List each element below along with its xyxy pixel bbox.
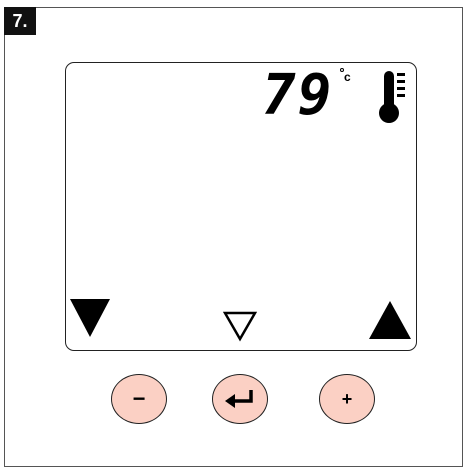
- triangle-down-outline-icon: [223, 311, 257, 342]
- step-number-badge: 7.: [4, 7, 36, 35]
- minus-button[interactable]: −: [111, 374, 167, 424]
- thermometer-icon: [379, 71, 405, 123]
- temperature-value: 79: [262, 63, 334, 128]
- enter-button[interactable]: [212, 374, 268, 424]
- triangle-up-filled-icon: [369, 301, 411, 339]
- plus-label: +: [341, 388, 353, 409]
- triangle-down-filled-icon: [70, 299, 110, 337]
- temperature-unit: c: [344, 70, 351, 84]
- enter-icon: [225, 390, 253, 408]
- minus-label: −: [132, 386, 146, 411]
- plus-button[interactable]: +: [319, 374, 375, 424]
- lcd-display: 79 c: [65, 62, 417, 351]
